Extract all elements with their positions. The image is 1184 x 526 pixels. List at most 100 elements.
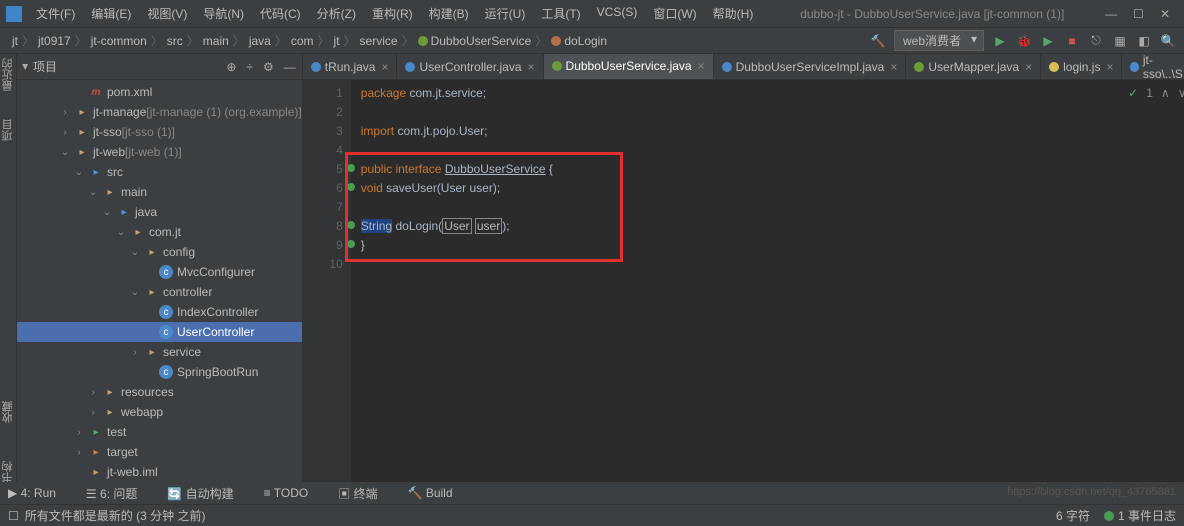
stop-icon[interactable]: ■ <box>1064 33 1080 49</box>
gear-icon[interactable]: ⚙ <box>263 60 274 74</box>
close-tab-icon[interactable]: × <box>698 59 705 73</box>
build-icon[interactable]: 🔨 <box>870 33 886 49</box>
breadcrumb-item[interactable]: service <box>356 34 402 48</box>
tree-node[interactable]: mpom.xml <box>17 82 302 102</box>
tool-window-button[interactable]: 🔄 自动构建 <box>167 485 233 502</box>
menu-item[interactable]: 视图(V) <box>141 3 193 24</box>
tree-node[interactable]: cSpringBootRun <box>17 362 302 382</box>
menu-item[interactable]: 运行(U) <box>479 3 532 24</box>
folder-blue-icon: ▸ <box>117 205 131 219</box>
menu-item[interactable]: 工具(T) <box>535 3 586 24</box>
run-config-dropdown[interactable]: web消费者 <box>894 30 984 51</box>
tree-node[interactable]: ⌄▸main <box>17 182 302 202</box>
close-tab-icon[interactable]: × <box>381 60 388 74</box>
menu-item[interactable]: 分析(Z) <box>311 3 362 24</box>
tree-node[interactable]: ▸jt-web.iml <box>17 462 302 482</box>
tool-project[interactable]: 项目 <box>0 119 16 141</box>
tree-node[interactable]: ⌄▸jt-web [jt-web (1)] <box>17 142 302 162</box>
close-tab-icon[interactable]: × <box>890 60 897 74</box>
target-icon[interactable]: ⊕ <box>226 60 236 74</box>
editor-tab[interactable]: tRun.java× <box>303 54 398 79</box>
editor-tab[interactable]: DubboUserServiceImpl.java× <box>714 54 907 79</box>
breadcrumb-item[interactable]: jt-common <box>87 34 151 48</box>
code-line[interactable] <box>361 103 1184 122</box>
tree-node[interactable]: ›▸resources <box>17 382 302 402</box>
menu-item[interactable]: 构建(B) <box>423 3 475 24</box>
breadcrumb-item[interactable]: src <box>163 34 187 48</box>
breadcrumb-item[interactable]: jt <box>330 34 344 48</box>
editor-tab[interactable]: UserController.java× <box>397 54 543 79</box>
tool-window-button[interactable]: ☰ 6: 问题 <box>86 485 137 502</box>
editor-tab[interactable]: UserMapper.java× <box>906 54 1041 79</box>
tree-node[interactable]: ›▸target <box>17 442 302 462</box>
tool-window-button[interactable]: ▶ 4: Run <box>8 486 56 500</box>
code-editor[interactable]: ✓ 1 ∧ ∨ package com.jt.service; import c… <box>351 80 1184 504</box>
editor-tab[interactable]: DubboUserService.java× <box>544 54 714 79</box>
show-tools-icon[interactable]: ☐ <box>8 509 19 523</box>
tool-window-button[interactable]: ≡ TODO <box>264 486 309 500</box>
close-tab-icon[interactable]: × <box>1106 60 1113 74</box>
chevron-down-icon[interactable]: ∨ <box>1178 84 1184 103</box>
breadcrumb-item[interactable]: DubboUserService <box>414 34 536 48</box>
tree-node[interactable]: cIndexController <box>17 302 302 322</box>
menu-item[interactable]: 导航(N) <box>197 3 250 24</box>
menu-item[interactable]: 文件(F) <box>30 3 81 24</box>
search-icon[interactable]: 🔍 <box>1160 33 1176 49</box>
breadcrumb-item[interactable]: java <box>245 34 275 48</box>
file-icon <box>1049 62 1059 72</box>
toolbar-icon-3[interactable]: ◧ <box>1136 33 1152 49</box>
chevron-up-icon[interactable]: ∧ <box>1161 84 1170 103</box>
hide-icon[interactable]: — <box>284 60 296 74</box>
file-c-icon: c <box>159 325 173 339</box>
tool-window-button[interactable]: 🔨 Build <box>408 486 453 500</box>
maximize-icon[interactable]: ☐ <box>1133 7 1144 21</box>
code-line[interactable]: import com.jt.pojo.User; <box>361 122 1184 141</box>
project-tree[interactable]: mpom.xml›▸jt-manage [jt-manage (1) (org.… <box>17 80 302 504</box>
tool-fav[interactable]: 收藏 <box>0 401 16 423</box>
tree-node[interactable]: ›▸jt-sso [jt-sso (1)] <box>17 122 302 142</box>
menu-item[interactable]: 帮助(H) <box>707 3 760 24</box>
tree-node[interactable]: ›▸webapp <box>17 402 302 422</box>
tree-node[interactable]: ⌄▸src <box>17 162 302 182</box>
run-icon[interactable]: ▶ <box>992 33 1008 49</box>
tool-recent[interactable]: 最近的 <box>0 58 16 91</box>
tree-node[interactable]: cMvcConfigurer <box>17 262 302 282</box>
coverage-icon[interactable]: ▶ <box>1040 33 1056 49</box>
menu-item[interactable]: 重构(R) <box>366 3 419 24</box>
menu-item[interactable]: VCS(S) <box>591 3 644 24</box>
file-icon <box>722 62 732 72</box>
event-log[interactable]: 1 事件日志 <box>1104 507 1176 524</box>
file-icon <box>311 62 321 72</box>
tool-window-button[interactable]: ▣ 终端 <box>338 485 377 502</box>
breadcrumb-item[interactable]: jt <box>8 34 22 48</box>
tree-node[interactable]: ›▸jt-manage [jt-manage (1) (org.example)… <box>17 102 302 122</box>
tree-node[interactable]: ⌄▸controller <box>17 282 302 302</box>
tree-node[interactable]: cUserController <box>17 322 302 342</box>
menu-item[interactable]: 代码(C) <box>254 3 307 24</box>
breadcrumb-item[interactable]: main <box>199 34 233 48</box>
close-tab-icon[interactable]: × <box>528 60 535 74</box>
breadcrumb-item[interactable]: jt0917 <box>34 34 75 48</box>
breadcrumb-item[interactable]: doLogin <box>547 34 611 48</box>
tree-node[interactable]: ⌄▸config <box>17 242 302 262</box>
project-title[interactable]: 项目 <box>23 58 226 75</box>
editor-tab[interactable]: jt-sso\..\S× <box>1122 54 1184 79</box>
breadcrumb-item[interactable]: com <box>287 34 318 48</box>
close-icon[interactable]: ✕ <box>1160 7 1170 21</box>
debug-icon[interactable]: 🐞 <box>1016 33 1032 49</box>
menu-item[interactable]: 窗口(W) <box>647 3 702 24</box>
collapse-icon[interactable]: ÷ <box>246 60 253 74</box>
inspection-widget[interactable]: ✓ 1 ∧ ∨ <box>1128 84 1184 103</box>
status-message-row: ☐ 所有文件都是最新的 (3 分钟 之前) <box>8 507 205 524</box>
tree-node[interactable]: ›▸service <box>17 342 302 362</box>
close-tab-icon[interactable]: × <box>1025 60 1032 74</box>
tree-node[interactable]: ⌄▸com.jt <box>17 222 302 242</box>
tree-node[interactable]: ⌄▸java <box>17 202 302 222</box>
code-line[interactable]: package com.jt.service; <box>361 84 1184 103</box>
editor-tab[interactable]: login.js× <box>1041 54 1122 79</box>
toolbar-icon-1[interactable]: ⎋ <box>1088 33 1104 49</box>
minimize-icon[interactable]: — <box>1105 7 1117 21</box>
toolbar-icon-2[interactable]: ▦ <box>1112 33 1128 49</box>
menu-item[interactable]: 编辑(E) <box>85 3 137 24</box>
tree-node[interactable]: ›▸test <box>17 422 302 442</box>
